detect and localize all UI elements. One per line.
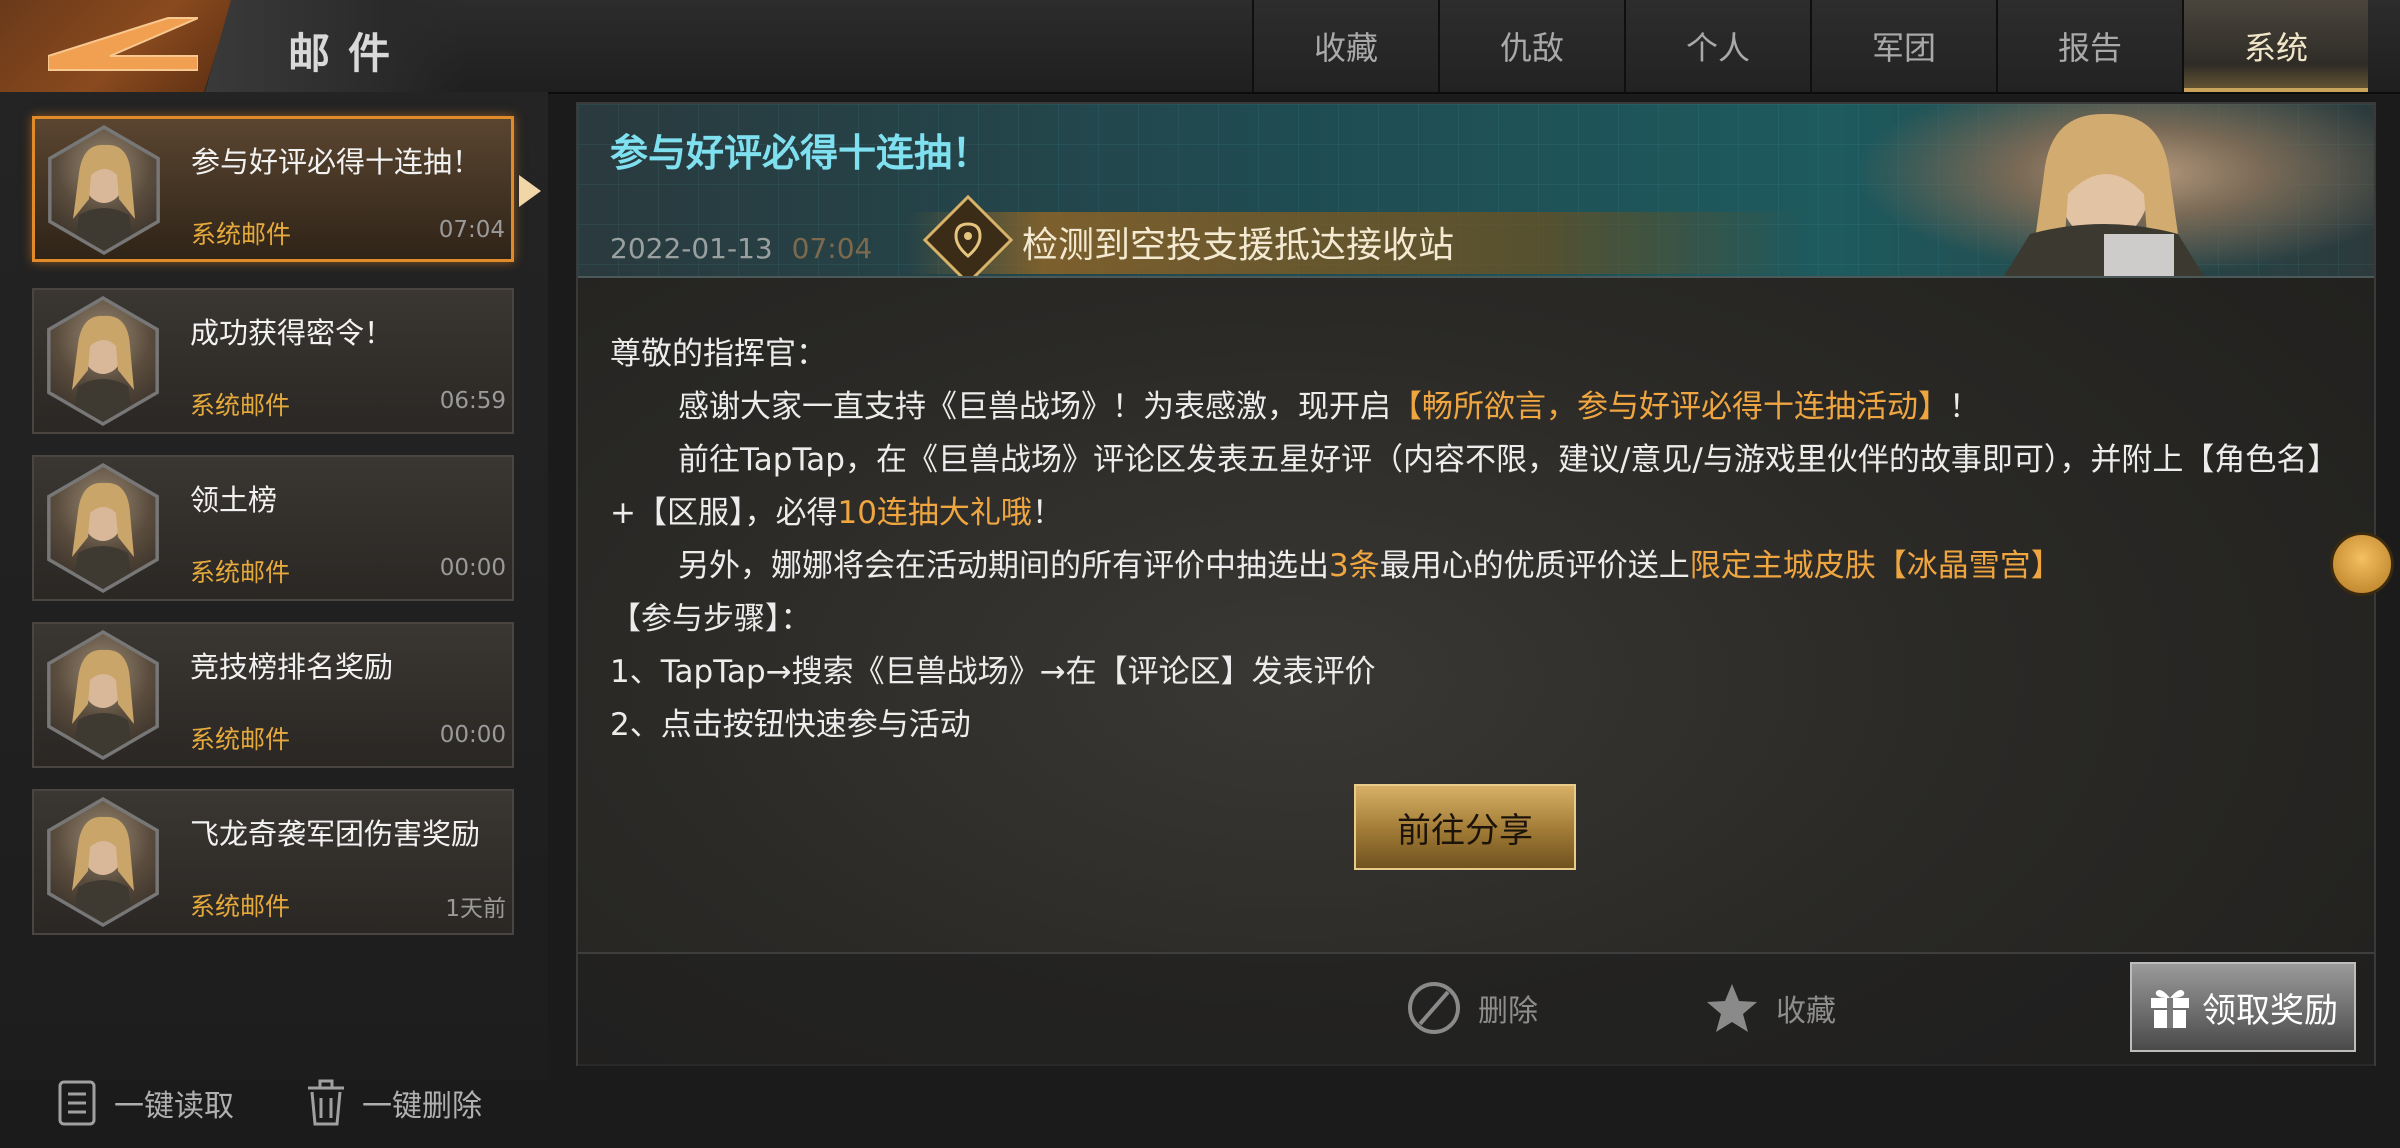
character-portrait <box>1854 104 2374 276</box>
step-1: 1、TapTap→搜索《巨兽战场》→在【评论区】发表评价 <box>610 654 1376 690</box>
mail-sender: 系统邮件 <box>190 558 291 587</box>
avatar <box>47 296 159 426</box>
mail-sender: 系统邮件 <box>190 391 291 420</box>
p2-end: ！ <box>1031 495 1063 531</box>
paragraph-3: 另外，娜娜将会在活动期间的所有评价中抽选出3条最用心的优质评价送上限定主城皮肤【… <box>610 540 2350 593</box>
tab-system[interactable]: 系统 <box>2182 0 2368 92</box>
greeting: 尊敬的指挥官： <box>610 336 827 372</box>
p3-highlight-skin: 限定主城皮肤【冰晶雪宫】 <box>1689 548 2062 584</box>
bulk-actions: 一键读取 一键删除 <box>0 1068 548 1148</box>
mail-item[interactable]: 竞技榜排名奖励 系统邮件 00:00 <box>32 622 514 768</box>
share-button[interactable]: 前往分享 <box>1354 784 1576 870</box>
p3-highlight-count: 3条 <box>1329 548 1380 584</box>
mail-date: 2022-01-13 07:04 <box>610 232 872 265</box>
floating-assistant-icon[interactable] <box>2330 532 2394 596</box>
p1-highlight: 【畅所欲言，参与好评必得十连抽活动】 <box>1391 389 1949 425</box>
mail-detail-panel: 参与好评必得十连抽！ 检测到空投支援抵达接收站 2022-01-13 07:04… <box>576 102 2376 1066</box>
mail-sender: 系统邮件 <box>190 725 291 754</box>
p3-text-2: 最用心的优质评价送上 <box>1379 548 1690 584</box>
mail-subject: 成功获得密令！ <box>190 316 394 350</box>
mail-banner: 参与好评必得十连抽！ 检测到空投支援抵达接收站 2022-01-13 07:04 <box>578 104 2374 278</box>
favorite-label: 收藏 <box>1776 994 1836 1029</box>
steps-title: 【参与步骤】： <box>610 601 812 637</box>
mail-time: 07:04 <box>438 217 505 243</box>
delete-all-label: 一键删除 <box>362 1089 482 1124</box>
mail-actions-bar: 删除 收藏 领取奖励 <box>578 952 2374 1066</box>
gift-icon <box>2151 990 2189 1028</box>
mail-date-value: 2022-01-13 <box>610 232 773 265</box>
mail-time: 00:00 <box>439 555 506 581</box>
p2-highlight: 10连抽大礼哦 <box>837 495 1032 531</box>
delete-all-button[interactable]: 一键删除 <box>304 1078 482 1128</box>
p3-text: 另外，娜娜将会在活动期间的所有评价中抽选出 <box>678 548 1329 584</box>
step-2: 2、点击按钮快速参与活动 <box>610 707 971 743</box>
mail-time: 1天前 <box>445 896 506 922</box>
tab-personal[interactable]: 个人 <box>1624 0 1810 92</box>
back-arrow-icon <box>48 17 198 71</box>
avatar <box>47 463 159 593</box>
mail-body: 尊敬的指挥官： 感谢大家一直支持《巨兽战场》！为表感激，现开启【畅所欲言，参与好… <box>610 328 2350 752</box>
back-button[interactable] <box>0 0 232 92</box>
mail-time: 06:59 <box>439 388 506 414</box>
tab-favorites[interactable]: 收藏 <box>1252 0 1438 92</box>
pin-icon <box>948 220 988 264</box>
category-tabs: 收藏 仇敌 个人 军团 报告 系统 <box>1252 0 2368 92</box>
trash-icon <box>308 1079 344 1126</box>
avatar <box>47 797 159 927</box>
mail-list-panel: 参与好评必得十连抽！ 系统邮件 07:04 成功获得密令！ 系统邮件 06:59… <box>0 92 548 1126</box>
document-icon <box>58 1080 96 1126</box>
claim-reward-button[interactable]: 领取奖励 <box>2130 962 2356 1052</box>
mail-item[interactable]: 领土榜 系统邮件 00:00 <box>32 455 514 601</box>
mail-sender: 系统邮件 <box>190 892 291 921</box>
claim-label: 领取奖励 <box>2202 990 2338 1031</box>
p1-text: 感谢大家一直支持《巨兽战场》！为表感激，现开启 <box>678 389 1391 425</box>
p1-end: ！ <box>1949 389 1980 425</box>
mail-time: 00:00 <box>439 722 506 748</box>
avatar <box>48 125 160 255</box>
tab-legion[interactable]: 军团 <box>1810 0 1996 92</box>
ribbon-text: 检测到空投支援抵达接收站 <box>1022 225 1455 266</box>
mail-subject: 领土榜 <box>190 483 278 517</box>
delete-label: 删除 <box>1478 994 1538 1029</box>
mail-subject: 竞技榜排名奖励 <box>190 650 394 684</box>
favorite-button[interactable]: 收藏 <box>1704 980 1836 1036</box>
read-all-label: 一键读取 <box>114 1089 234 1124</box>
mail-item-selected[interactable]: 参与好评必得十连抽！ 系统邮件 07:04 <box>32 116 541 262</box>
mail-title: 参与好评必得十连抽！ <box>610 131 991 175</box>
avatar <box>47 630 159 760</box>
mail-sender: 系统邮件 <box>191 220 292 249</box>
mail-subject: 参与好评必得十连抽！ <box>191 145 482 179</box>
read-all-button[interactable]: 一键读取 <box>56 1078 234 1128</box>
mail-subject: 飞龙奇袭军团伤害奖励 <box>190 817 481 851</box>
star-icon <box>1707 984 1757 1032</box>
top-bar: 邮件 收藏 仇敌 个人 军团 报告 系统 <box>0 0 2400 94</box>
delete-button[interactable]: 删除 <box>1406 980 1538 1036</box>
mail-item[interactable]: 飞龙奇袭军团伤害奖励 系统邮件 1天前 <box>32 789 514 935</box>
selected-indicator-icon <box>519 175 541 207</box>
paragraph-2: 前往TapTap，在《巨兽战场》评论区发表五星好评（内容不限，建议/意见/与游戏… <box>610 434 2350 540</box>
page-title: 邮件 <box>288 29 409 78</box>
prohibit-icon <box>1408 982 1460 1034</box>
tab-reports[interactable]: 报告 <box>1996 0 2182 92</box>
tab-enemies[interactable]: 仇敌 <box>1438 0 1624 92</box>
mail-time-value: 07:04 <box>791 232 873 265</box>
paragraph-1: 感谢大家一直支持《巨兽战场》！为表感激，现开启【畅所欲言，参与好评必得十连抽活动… <box>610 381 2350 434</box>
mail-item[interactable]: 成功获得密令！ 系统邮件 06:59 <box>32 288 514 434</box>
